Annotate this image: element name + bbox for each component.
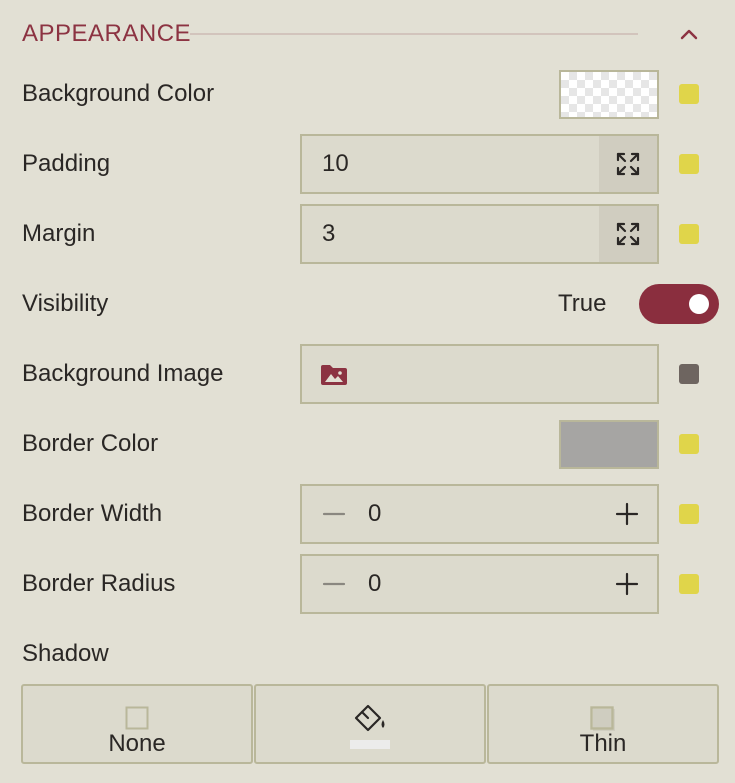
visibility-toggle[interactable] bbox=[639, 284, 719, 324]
border-color-swatch[interactable] bbox=[559, 420, 659, 469]
row-background-image: Background Image bbox=[0, 344, 735, 404]
minus-icon[interactable] bbox=[320, 500, 348, 528]
margin-value: 3 bbox=[322, 220, 336, 247]
shadow-option-label: None bbox=[108, 730, 166, 757]
padding-expand-button[interactable] bbox=[599, 136, 657, 192]
border-width-value: 0 bbox=[368, 500, 382, 527]
plus-icon[interactable] bbox=[613, 500, 641, 528]
shadow-option-thin[interactable]: Thin bbox=[487, 684, 719, 764]
expand-icon bbox=[616, 222, 640, 246]
square-thin-shadow-icon bbox=[590, 706, 615, 731]
border-width-label: Border Width bbox=[22, 500, 163, 527]
padding-input[interactable]: 10 bbox=[300, 134, 659, 194]
row-border-width: Border Width 0 bbox=[0, 484, 735, 544]
minus-icon[interactable] bbox=[320, 570, 348, 598]
padding-label: Padding bbox=[22, 150, 111, 177]
border-color-label: Border Color bbox=[22, 430, 159, 457]
row-padding: Padding 10 bbox=[0, 134, 735, 194]
border-width-stepper[interactable]: 0 bbox=[300, 484, 659, 544]
shadow-options: None Thin bbox=[21, 684, 719, 764]
shadow-option-custom[interactable] bbox=[254, 684, 486, 764]
margin-expand-button[interactable] bbox=[599, 206, 657, 262]
border-radius-stepper[interactable]: 0 bbox=[300, 554, 659, 614]
padding-indicator[interactable] bbox=[679, 154, 699, 174]
row-background-color: Background Color bbox=[0, 64, 735, 124]
row-visibility: Visibility True bbox=[0, 274, 735, 334]
border-width-indicator[interactable] bbox=[679, 504, 699, 524]
background-color-label: Background Color bbox=[22, 80, 215, 107]
background-image-label: Background Image bbox=[22, 360, 224, 387]
shadow-option-label: Thin bbox=[579, 730, 627, 757]
background-color-indicator[interactable] bbox=[679, 84, 699, 104]
visibility-label: Visibility bbox=[22, 290, 109, 317]
border-radius-value: 0 bbox=[368, 570, 382, 597]
margin-label: Margin bbox=[22, 220, 96, 247]
image-folder-icon[interactable] bbox=[320, 364, 348, 386]
toggle-knob bbox=[689, 294, 709, 314]
border-radius-label: Border Radius bbox=[22, 570, 176, 597]
chevron-up-icon[interactable] bbox=[676, 22, 702, 48]
appearance-section-header[interactable]: APPEARANCE bbox=[0, 0, 735, 68]
padding-value: 10 bbox=[322, 150, 349, 177]
background-image-picker[interactable] bbox=[300, 344, 659, 404]
visibility-value: True bbox=[558, 290, 607, 317]
border-color-indicator[interactable] bbox=[679, 434, 699, 454]
margin-indicator[interactable] bbox=[679, 224, 699, 244]
background-image-indicator[interactable] bbox=[679, 364, 699, 384]
paint-bucket-icon bbox=[350, 704, 390, 749]
square-outline-icon bbox=[125, 706, 149, 730]
section-divider bbox=[190, 33, 638, 35]
shadow-option-none[interactable]: None bbox=[21, 684, 253, 764]
row-margin: Margin 3 bbox=[0, 204, 735, 264]
row-border-radius: Border Radius 0 bbox=[0, 554, 735, 614]
section-title: APPEARANCE bbox=[22, 20, 192, 47]
row-border-color: Border Color bbox=[0, 414, 735, 474]
shadow-label: Shadow bbox=[22, 640, 109, 667]
margin-input[interactable]: 3 bbox=[300, 204, 659, 264]
background-color-swatch[interactable] bbox=[559, 70, 659, 119]
border-radius-indicator[interactable] bbox=[679, 574, 699, 594]
expand-icon bbox=[616, 152, 640, 176]
plus-icon[interactable] bbox=[613, 570, 641, 598]
